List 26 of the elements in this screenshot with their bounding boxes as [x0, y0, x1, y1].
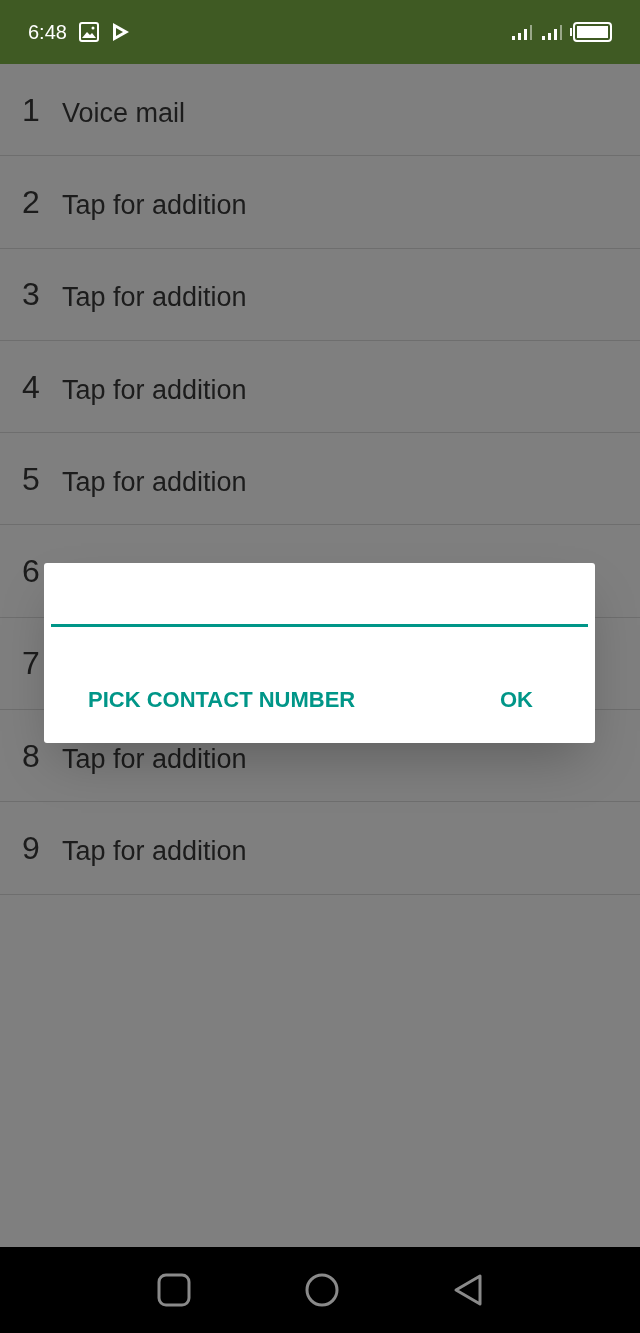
row-label[interactable]: Tap for addition: [62, 183, 247, 220]
row-label[interactable]: Tap for addition: [62, 460, 247, 497]
signal-icon: [512, 24, 534, 40]
row-number: 7: [22, 644, 41, 684]
row-number: 2: [22, 182, 41, 222]
row-label[interactable]: Tap for addition: [62, 276, 247, 313]
battery-icon: [570, 22, 612, 42]
image-icon: [78, 22, 99, 42]
home-circle-icon[interactable]: [305, 1273, 339, 1307]
back-triangle-icon[interactable]: [453, 1273, 483, 1307]
square-nav-icon[interactable]: [157, 1273, 191, 1307]
pick-contact-button[interactable]: PICK CONTACT NUMBER: [68, 675, 376, 724]
row-label[interactable]: Voice mail: [62, 91, 186, 128]
row-label[interactable]: Tap for addition: [62, 368, 247, 405]
row-number: 1: [22, 90, 41, 130]
row-number: 8: [22, 736, 41, 776]
row-number: 6: [22, 552, 41, 592]
row-label[interactable]: Tap for addition: [62, 830, 247, 866]
status-time: 6:48: [28, 20, 67, 45]
row-number: 9: [22, 829, 41, 868]
row-number: 3: [22, 275, 41, 315]
row-number: 4: [22, 367, 41, 407]
ok-button[interactable]: OK: [480, 675, 553, 724]
signal-icon: [542, 24, 564, 40]
row-number: 5: [22, 459, 41, 499]
play-triangle-icon: [110, 22, 131, 42]
